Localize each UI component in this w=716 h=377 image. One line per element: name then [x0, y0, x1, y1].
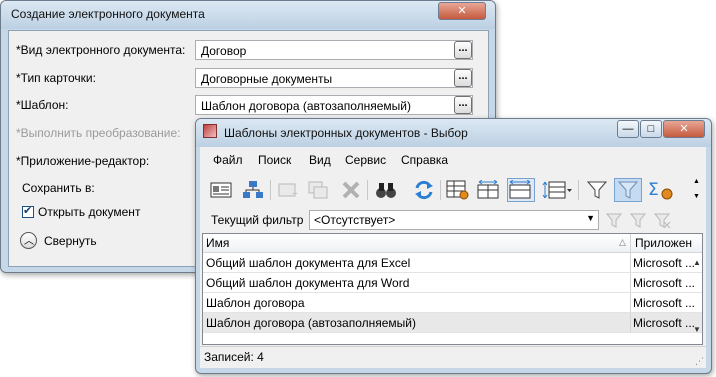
refresh-icon[interactable] — [411, 178, 437, 202]
arrow-up-icon: ▲ — [693, 178, 700, 185]
check-icon: ✔ — [23, 205, 33, 217]
svg-text:+: + — [292, 189, 298, 199]
save-in-label: Сохранить в: — [22, 181, 95, 195]
toolbar-scroll-arrows[interactable]: ▲ ▼ — [692, 178, 702, 204]
templates-title: Шаблоны электронных документов - Выбор — [224, 126, 468, 140]
create-document-title: Создание электронного документа — [11, 7, 205, 21]
menu-file[interactable]: Файл — [213, 153, 243, 167]
templates-app-icon — [203, 124, 217, 138]
menu-search[interactable]: Поиск — [258, 153, 291, 167]
menu-view[interactable]: Вид — [309, 153, 331, 167]
sort-up-icon: △ — [619, 237, 626, 247]
copy-record-icon[interactable] — [306, 178, 332, 202]
open-document-checkbox[interactable]: ✔ — [22, 205, 34, 218]
resize-grip-icon[interactable]: ⋰ — [695, 356, 704, 367]
menu-service[interactable]: Сервис — [345, 153, 386, 167]
minimize-icon: — — [622, 122, 634, 135]
table-settings-icon[interactable] — [445, 178, 471, 202]
field-label-transform: *Выполнить преобразование: — [16, 126, 181, 140]
card-icon[interactable] — [208, 178, 234, 202]
grid-scroll-down-icon[interactable]: ▼ — [692, 325, 702, 335]
table-row[interactable]: Шаблон договора Microsoft ... — [203, 293, 702, 313]
find-binoculars-icon[interactable] — [373, 178, 399, 202]
status-bar: Записей: 4 ⋰ — [200, 346, 706, 368]
fit-table-icon[interactable] — [507, 178, 535, 202]
field-label-card-type: *Тип карточки: — [16, 71, 96, 85]
field-label-doc-kind: *Вид электронного документа: — [16, 43, 186, 57]
doc-kind-field[interactable]: Договор — [195, 40, 473, 60]
row-height-icon[interactable] — [540, 178, 574, 202]
filter-active-icon[interactable] — [614, 178, 642, 202]
record-count: Записей: 4 — [204, 350, 264, 364]
close-button[interactable]: ✕ — [438, 2, 486, 20]
column-header-app[interactable]: Приложен — [635, 236, 692, 250]
close-icon: ✕ — [679, 122, 689, 135]
table-row[interactable]: Общий шаблон документа для Word Microsoft… — [203, 273, 702, 293]
maximize-button[interactable]: □ — [640, 120, 662, 138]
chevron-up-icon: ︿ — [24, 236, 34, 247]
field-label-template: *Шаблон: — [16, 98, 69, 112]
filter-select[interactable]: <Отсутствует> ▼ — [309, 210, 599, 230]
templates-close-button[interactable]: ✕ — [663, 120, 705, 138]
table-row[interactable]: Общий шаблон документа для Excel Microsof… — [203, 253, 702, 273]
dropdown-arrow-icon: ▼ — [586, 213, 595, 223]
add-record-icon[interactable]: + — [276, 178, 302, 202]
sum-settings-icon[interactable]: Σ — [646, 178, 676, 202]
collapse-label: Свернуть — [44, 234, 97, 248]
column-width-icon[interactable] — [476, 178, 502, 202]
card-type-field[interactable]: Договорные документы — [195, 68, 473, 88]
svg-text:Σ: Σ — [648, 180, 659, 200]
menu-help[interactable]: Справка — [401, 153, 448, 167]
close-icon: ✕ — [457, 4, 467, 17]
doc-kind-browse-button[interactable]: ... — [454, 41, 472, 59]
template-field[interactable]: Шаблон договора (автозаполняемый) — [195, 95, 473, 115]
grid-header: Имя △ Приложен — [203, 234, 702, 253]
collapse-button[interactable]: ︿ — [20, 232, 37, 249]
minimize-button[interactable]: — — [617, 120, 639, 138]
column-header-name[interactable]: Имя — [206, 236, 229, 250]
delete-icon[interactable] — [338, 178, 364, 202]
field-label-editor-app: *Приложение-редактор: — [16, 154, 150, 168]
filter-add-icon[interactable] — [605, 209, 625, 233]
current-filter-label: Текущий фильтр — [211, 213, 304, 227]
card-type-browse-button[interactable]: ... — [454, 69, 472, 87]
grid-scroll-up-icon[interactable]: ▲ — [692, 258, 702, 268]
maximize-icon: □ — [647, 122, 655, 135]
table-row-selected[interactable]: Шаблон договора (автозаполняемый) Microso… — [203, 313, 702, 333]
hierarchy-icon[interactable] — [240, 178, 266, 202]
arrow-down-icon: ▼ — [693, 193, 700, 200]
open-document-label: Открыть документ — [38, 205, 141, 219]
filter-clear-icon[interactable] — [653, 209, 673, 233]
template-browse-button[interactable]: ... — [454, 96, 472, 114]
filter-icon[interactable] — [584, 178, 610, 202]
filter-edit-icon[interactable] — [629, 209, 649, 233]
